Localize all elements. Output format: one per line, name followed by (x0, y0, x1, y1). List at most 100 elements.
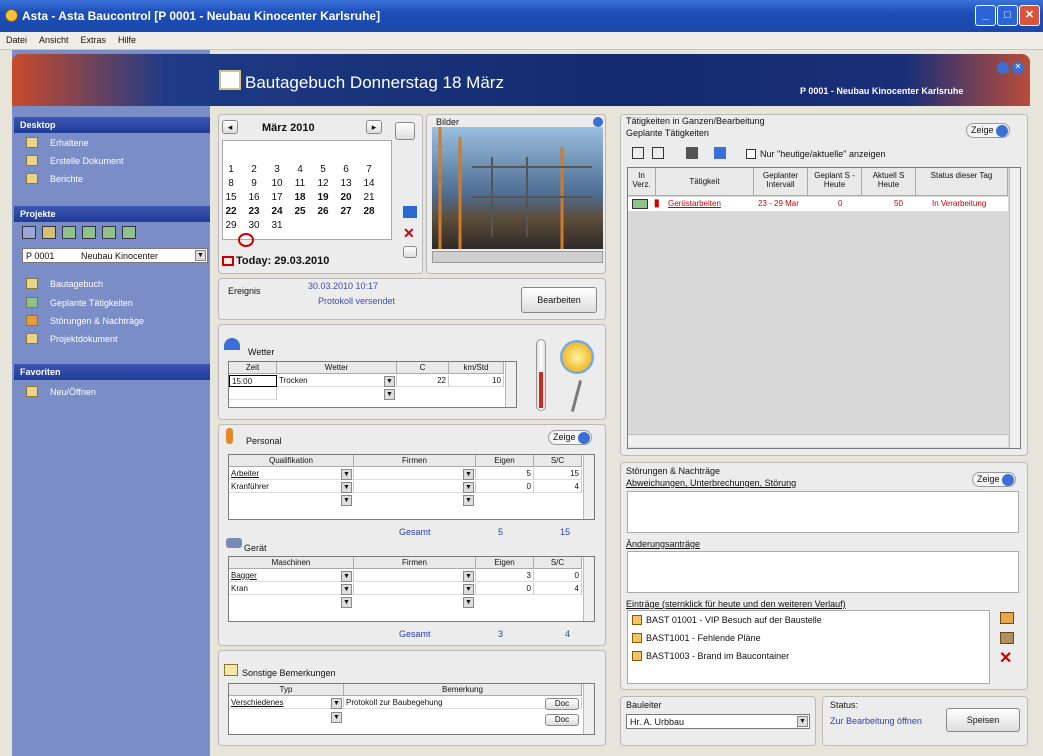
next-month-button[interactable]: ▸ (366, 120, 382, 134)
print-icon[interactable] (62, 226, 76, 239)
calendar-day[interactable]: 5 (316, 164, 330, 175)
activity-name[interactable]: Gerüstarbeiten (668, 199, 721, 208)
window-icon[interactable] (403, 246, 417, 258)
weather-wind-cell[interactable]: 10 (449, 375, 504, 387)
calendar-day[interactable]: 28 (362, 206, 376, 217)
sidebar-item-neu-oeffnen[interactable]: Neu/Öffnen (50, 387, 96, 397)
weather-dropdown-icon-2[interactable]: ▼ (384, 389, 395, 400)
personal-row-2-sc[interactable]: 4 (534, 481, 582, 493)
entry-item-3[interactable]: BAST1003 - Brand im Baucontainer (646, 651, 789, 661)
weather-dropdown-icon[interactable]: ▼ (384, 376, 395, 387)
calendar-day[interactable]: 15 (224, 192, 238, 203)
today-label[interactable]: Today: 29.03.2010 (236, 255, 329, 267)
sidebar-item-erhaltene[interactable]: Erhaltene (50, 138, 89, 148)
activities-hscroll[interactable] (628, 434, 1008, 447)
calendar-day[interactable]: 10 (270, 178, 284, 189)
grid-icon[interactable] (686, 147, 698, 159)
geraet-firma-dropdown-icon-3[interactable]: ▼ (463, 597, 474, 608)
aenderung-textarea[interactable] (627, 551, 1019, 593)
menu-hilfe[interactable]: Hilfe (112, 32, 142, 48)
calendar-day[interactable]: 24 (270, 206, 284, 217)
filter-checkbox[interactable] (746, 149, 756, 159)
activity-row[interactable]: ▮ Gerüstarbeiten 23 - 29 Mar 0 50 In Ver… (628, 197, 1008, 211)
machine-dropdown-icon[interactable]: ▼ (341, 571, 352, 582)
personal-row-1-eigen[interactable]: 5 (476, 468, 534, 480)
activities-zeige-button[interactable]: Zeige (966, 123, 1010, 138)
geraet-firma-dropdown-icon-2[interactable]: ▼ (463, 584, 474, 595)
geraet-row-2-sc[interactable]: 4 (534, 583, 582, 595)
calendar-day[interactable]: 19 (316, 192, 330, 203)
photo-options-icon[interactable] (593, 117, 603, 127)
photo-scrollbar[interactable] (432, 251, 603, 263)
calendar-day[interactable]: 13 (339, 178, 353, 189)
prev-month-button[interactable]: ◂ (222, 120, 238, 134)
folder-icon[interactable] (42, 226, 56, 239)
calendar-day[interactable]: 26 (316, 206, 330, 217)
bauleiter-select[interactable]: Hr. A. Urbbau ▼ (626, 714, 810, 729)
calendar-day[interactable]: 11 (293, 178, 307, 189)
calendar-day[interactable]: 12 (316, 178, 330, 189)
doc-button-2[interactable]: Doc (545, 714, 579, 726)
calendar-day[interactable]: 23 (247, 206, 261, 217)
personal-row-2-eigen[interactable]: 0 (476, 481, 534, 493)
delete-entry-icon[interactable]: ✕ (999, 648, 1012, 668)
delete-icon[interactable]: ✕ (403, 225, 415, 242)
calendar-day[interactable]: 22 (224, 206, 238, 217)
calendar-day[interactable]: 6 (339, 164, 353, 175)
maximize-button[interactable]: □ (997, 5, 1018, 26)
import-icon[interactable] (632, 147, 644, 159)
chevron-down-icon[interactable]: ▼ (195, 250, 206, 261)
personal-zeige-button[interactable]: Zeige (548, 430, 592, 445)
geraet-row-1-eigen[interactable]: 3 (476, 570, 534, 582)
edit-button[interactable]: Bearbeiten (521, 287, 597, 313)
calendar-day[interactable]: 3 (270, 164, 284, 175)
calendar-day[interactable]: 16 (247, 192, 261, 203)
entry-item-1[interactable]: BAST 01001 - VIP Besuch auf der Baustell… (646, 615, 822, 625)
collapse-icon[interactable] (997, 62, 1009, 74)
minimize-button[interactable]: _ (975, 5, 996, 26)
stoerungen-zeige-button[interactable]: Zeige (972, 472, 1016, 487)
menu-ansicht[interactable]: Ansicht (33, 32, 75, 48)
calendar-day[interactable]: 31 (270, 220, 284, 231)
personal-row-2-qual[interactable]: Kranführer (229, 481, 354, 493)
firma-dropdown-icon-2[interactable]: ▼ (463, 482, 474, 493)
split-icon[interactable] (714, 147, 726, 159)
sidebar-item-bautagebuch[interactable]: Bautagebuch (50, 279, 103, 289)
folder-open-icon[interactable] (22, 226, 36, 239)
entry-item-2[interactable]: BAST1001 - Fehlende Pläne (646, 633, 761, 643)
open-folder-icon[interactable] (1000, 612, 1014, 624)
calendar-day[interactable]: 14 (362, 178, 376, 189)
machine-dropdown-icon-3[interactable]: ▼ (341, 597, 352, 608)
export-icon[interactable] (652, 147, 664, 159)
typ-dropdown-icon[interactable]: ▼ (331, 698, 342, 709)
calendar-day[interactable]: 4 (293, 164, 307, 175)
chart-icon[interactable] (82, 226, 96, 239)
calendar-day[interactable]: 25 (293, 206, 307, 217)
calendar-day[interactable]: 20 (339, 192, 353, 203)
calendar-day[interactable]: 2 (247, 164, 261, 175)
weather-condition-cell[interactable]: Trocken (277, 375, 397, 387)
calendar-day[interactable]: 21 (362, 192, 376, 203)
team-icon[interactable] (122, 226, 136, 239)
calendar-day[interactable]: 18 (293, 192, 307, 203)
bemerkungen-scrollbar[interactable] (583, 684, 594, 734)
firma-dropdown-icon-3[interactable]: ▼ (463, 495, 474, 506)
weather-temp-cell[interactable]: 22 (397, 375, 449, 387)
sidebar-item-taetigkeiten[interactable]: Geplante Tätigkeiten (50, 298, 133, 308)
archive-icon[interactable] (1000, 632, 1014, 644)
menu-datei[interactable]: Datei (0, 32, 33, 48)
abweichungen-textarea[interactable] (627, 491, 1019, 533)
project-select[interactable]: P 0001 Neubau Kinocenter ▼ (22, 248, 208, 263)
calendar-day[interactable]: 7 (362, 164, 376, 175)
sidebar-item-stoerungen[interactable]: Störungen & Nachträge (50, 316, 144, 326)
personal-row-2-firma[interactable] (354, 481, 476, 493)
copy-icon[interactable] (395, 122, 415, 140)
chevron-down-icon[interactable]: ▼ (797, 716, 808, 727)
personal-scrollbar[interactable] (583, 455, 594, 519)
doc-button[interactable]: Doc (545, 698, 579, 710)
sidebar-item-berichte[interactable]: Berichte (50, 174, 83, 184)
person-icon[interactable] (403, 206, 417, 218)
save-button[interactable]: Speisen (946, 708, 1020, 732)
edit-row-icon[interactable] (632, 199, 648, 209)
geraet-row-2-firma[interactable] (354, 583, 476, 595)
